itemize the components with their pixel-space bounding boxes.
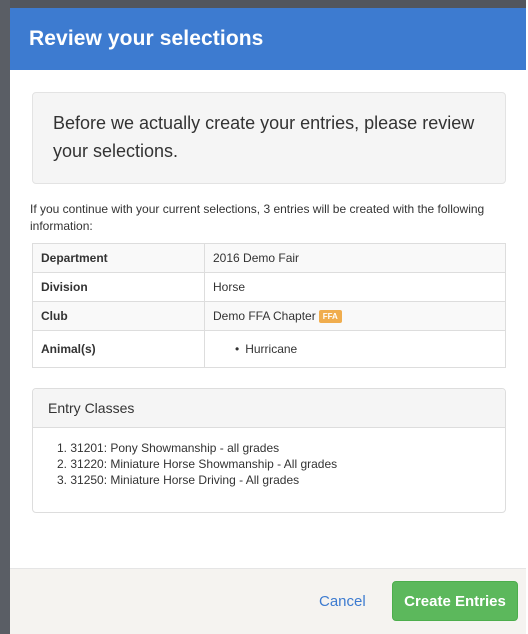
review-notice-text: Before we actually create your entries, … <box>53 113 475 161</box>
create-entries-button[interactable]: Create Entries <box>392 581 518 621</box>
department-value: 2016 Demo Fair <box>204 243 506 273</box>
page-behind-modal <box>0 0 10 634</box>
ffa-badge: FFA <box>318 310 342 323</box>
entries-summary-text: If you continue with your current select… <box>30 202 485 233</box>
division-value: Horse <box>204 272 506 302</box>
review-selections-dialog: Review your selections Before we actuall… <box>10 8 528 634</box>
entry-classes-heading: Entry Classes <box>33 389 505 428</box>
list-item: 2. 31220: Miniature Horse Showmanship - … <box>57 457 338 471</box>
club-value: Demo FFA Chapter <box>213 309 316 323</box>
animals-label: Animal(s) <box>32 330 205 368</box>
dialog-footer: Cancel Create Entries <box>10 568 528 634</box>
dialog-body: Before we actually create your entries, … <box>10 70 528 513</box>
table-row-club: Club Demo FFA Chapter FFA <box>32 301 506 331</box>
review-notice: Before we actually create your entries, … <box>32 92 506 184</box>
club-label: Club <box>32 301 205 331</box>
table-row-division: Division Horse <box>32 272 506 302</box>
dialog-title: Review your selections <box>29 27 264 50</box>
selection-details-table: Department 2016 Demo Fair Division Horse… <box>32 243 506 368</box>
cancel-button[interactable]: Cancel <box>311 587 374 616</box>
entry-classes-list: 1. 31201: Pony Showmanship - all grades … <box>57 440 489 488</box>
club-cell: Demo FFA Chapter FFA <box>204 301 506 331</box>
entry-classes-panel: Entry Classes 1. 31201: Pony Showmanship… <box>32 388 506 513</box>
list-item: 3. 31250: Miniature Horse Driving - All … <box>57 473 300 487</box>
animals-list: Hurricane <box>213 342 497 356</box>
department-label: Department <box>32 243 205 273</box>
animals-cell: Hurricane <box>204 330 506 368</box>
table-row-animals: Animal(s) Hurricane <box>32 330 506 368</box>
dialog-header: Review your selections <box>10 8 528 70</box>
division-label: Division <box>32 272 205 302</box>
entry-classes-body: 1. 31201: Pony Showmanship - all grades … <box>33 428 505 488</box>
list-item: 1. 31201: Pony Showmanship - all grades <box>57 441 280 455</box>
list-item: Hurricane <box>235 342 497 356</box>
table-row-department: Department 2016 Demo Fair <box>32 243 506 273</box>
